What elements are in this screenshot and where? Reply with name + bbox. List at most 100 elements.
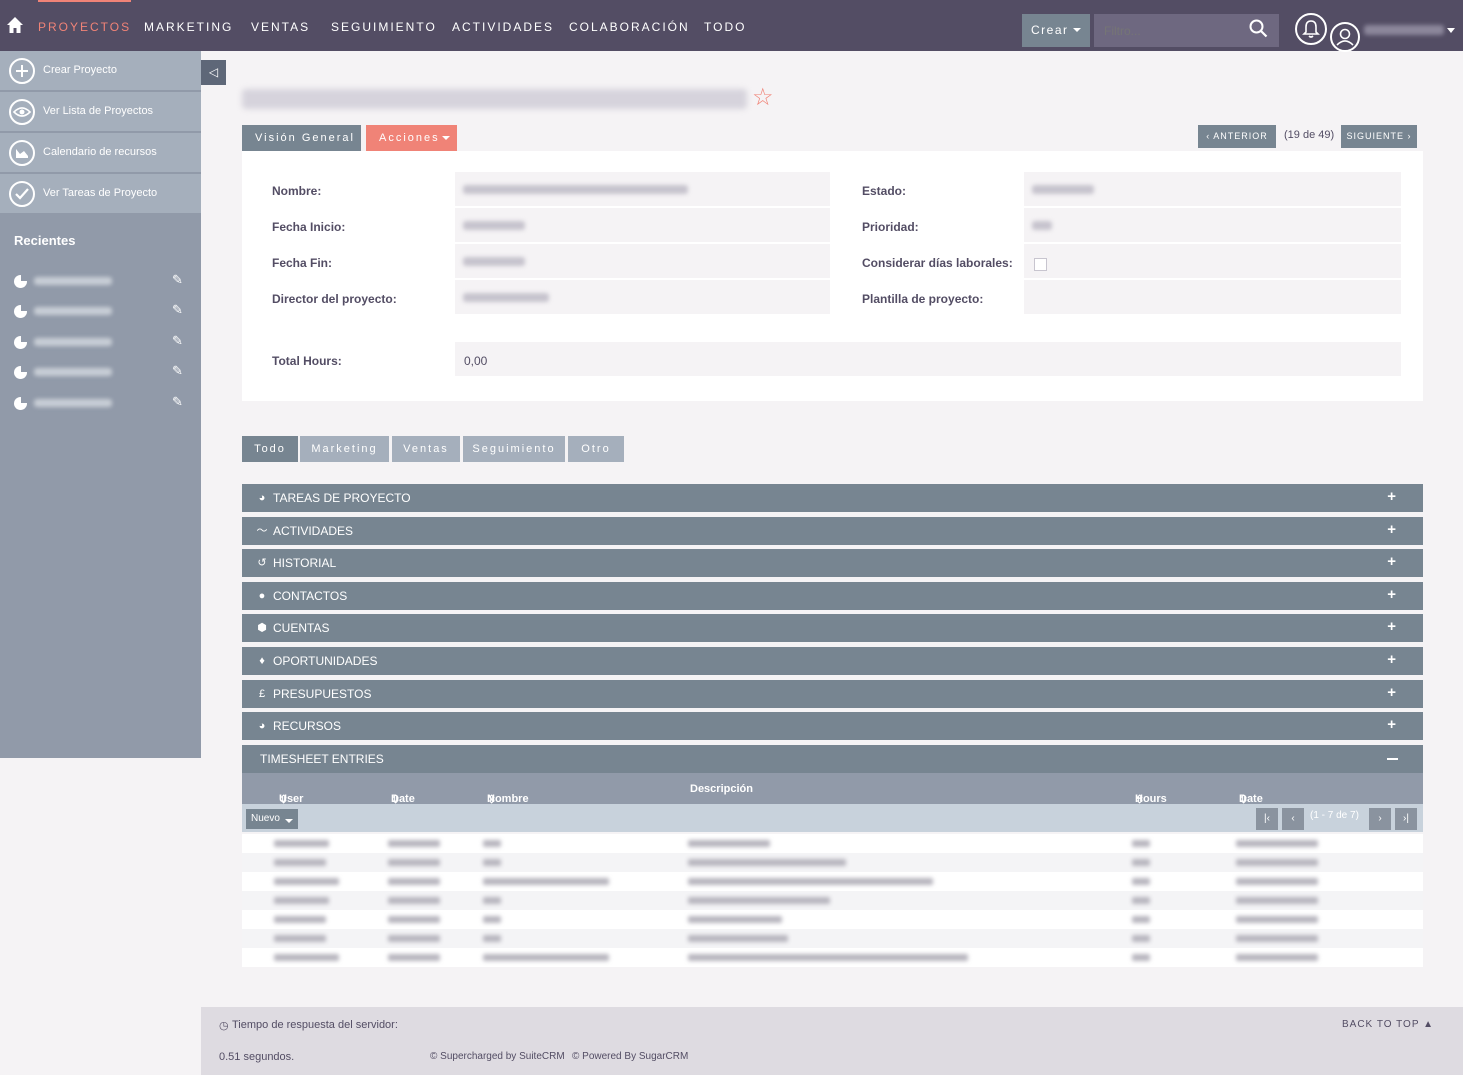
suitecrm-credit-link[interactable]: © Supercharged by SuiteCRM	[430, 1051, 565, 1062]
expand-plus-icon[interactable]: +	[1387, 716, 1396, 733]
director-label: Director del proyecto:	[272, 292, 397, 306]
table-row[interactable]	[242, 834, 1423, 853]
edit-pencil-icon[interactable]: ✎	[172, 302, 183, 318]
expand-plus-icon[interactable]: +	[1387, 488, 1396, 505]
subpanel-contacts[interactable]: ● CONTACTOS +	[242, 582, 1423, 610]
sidebar-action-create-project[interactable]: Crear Proyecto	[0, 51, 201, 91]
pie-icon: ◕	[258, 720, 266, 732]
previous-record-button[interactable]: ‹ ANTERIOR	[1198, 125, 1276, 148]
expand-plus-icon[interactable]: +	[1387, 651, 1396, 668]
history-icon: ↺	[257, 557, 267, 569]
recent-item-label-blurred[interactable]	[34, 368, 112, 376]
previous-page-button[interactable]: ‹	[1282, 808, 1304, 830]
edit-pencil-icon[interactable]: ✎	[172, 272, 183, 288]
new-entry-button[interactable]: Nuevo	[246, 809, 298, 829]
actions-dropdown[interactable]: Acciones	[366, 125, 457, 151]
sidebar-action-view-project-tasks[interactable]: Ver Tareas de Proyecto	[0, 174, 201, 214]
nav-tab-todo[interactable]: TODO	[704, 20, 746, 34]
nav-tab-ventas[interactable]: VENTAS	[251, 20, 310, 34]
pound-icon: £	[258, 688, 266, 700]
expand-plus-icon[interactable]: +	[1387, 586, 1396, 603]
user-avatar-icon[interactable]	[1330, 22, 1360, 52]
expand-plus-icon[interactable]: +	[1387, 618, 1396, 635]
total-hours-label: Total Hours:	[272, 354, 342, 368]
nav-tab-colaboracion[interactable]: COLABORACIÓN	[569, 20, 690, 34]
subpanel-history[interactable]: ↺ HISTORIAL +	[242, 549, 1423, 577]
table-row[interactable]	[242, 853, 1423, 872]
search-icon[interactable]	[1249, 19, 1268, 38]
response-time-value: 0.51 segundos.	[219, 1051, 295, 1063]
subpanel-tab-todo[interactable]: Todo	[242, 436, 298, 462]
nav-tab-actividades[interactable]: ACTIVIDADES	[452, 20, 554, 34]
subpanel-tab-marketing[interactable]: Marketing	[300, 436, 389, 462]
subpanel-resources[interactable]: ◕ RECURSOS +	[242, 712, 1423, 740]
recent-item[interactable]: ✎	[0, 391, 201, 415]
sidebar-collapse-button[interactable]: ◁	[201, 60, 226, 85]
subpanel-opportunities[interactable]: ♦ OPORTUNIDADES +	[242, 647, 1423, 675]
subpanel-timesheet-entries[interactable]: TIMESHEET ENTRIES	[242, 745, 1423, 773]
fecha-inicio-value-blurred	[463, 221, 525, 230]
first-page-button[interactable]: |‹	[1256, 808, 1278, 830]
edit-pencil-icon[interactable]: ✎	[172, 363, 183, 379]
subpanel-accounts[interactable]: ⬢ CUENTAS +	[242, 614, 1423, 642]
favorite-star-icon[interactable]: ☆	[752, 86, 774, 110]
tab-overview[interactable]: Visión General	[242, 125, 361, 151]
recent-item-label-blurred[interactable]	[34, 399, 112, 407]
subpanel-activities[interactable]: 〜 ACTIVIDADES +	[242, 517, 1423, 545]
recent-item-label-blurred[interactable]	[34, 277, 112, 285]
recent-item-label-blurred[interactable]	[34, 338, 112, 346]
expand-plus-icon[interactable]: +	[1387, 684, 1396, 701]
cell-user-blurred	[274, 878, 339, 885]
director-value-blurred[interactable]	[463, 293, 549, 302]
cell-descripcion-blurred	[688, 840, 770, 847]
top-navigation: PROYECTOS MARKETING VENTAS SEGUIMIENTO A…	[0, 0, 1463, 52]
recent-item[interactable]: ✎	[0, 269, 201, 293]
expand-plus-icon[interactable]: +	[1387, 553, 1396, 570]
table-row[interactable]	[242, 872, 1423, 891]
subpanel-tab-seguimiento[interactable]: Seguimiento	[463, 436, 565, 462]
next-label: SIGUIENTE	[1346, 131, 1404, 141]
edit-pencil-icon[interactable]: ✎	[172, 394, 183, 410]
detail-panel: Nombre: Fecha Inicio: Fecha Fin: Directo…	[242, 151, 1423, 401]
caret-down-icon	[1073, 28, 1081, 32]
sidebar-action-view-projects[interactable]: Ver Lista de Proyectos	[0, 92, 201, 132]
fecha-fin-value	[455, 244, 830, 278]
last-page-button[interactable]: ›|	[1395, 808, 1417, 830]
expand-plus-icon[interactable]: +	[1387, 521, 1396, 538]
table-row[interactable]	[242, 948, 1423, 967]
cell-date-modified-blurred	[1236, 916, 1318, 923]
home-icon[interactable]	[6, 16, 24, 34]
recent-item[interactable]: ✎	[0, 330, 201, 354]
cell-user-blurred	[274, 935, 326, 942]
edit-pencil-icon[interactable]: ✎	[172, 333, 183, 349]
next-page-button[interactable]: ›	[1369, 808, 1391, 830]
recent-item-label-blurred[interactable]	[34, 307, 112, 315]
back-to-top-link[interactable]: BACK TO TOP ▲	[1342, 1019, 1434, 1030]
cell-hours-blurred	[1132, 935, 1150, 942]
sidebar-action-resource-calendar[interactable]: Calendario de recursos	[0, 133, 201, 173]
create-button[interactable]: Crear	[1022, 14, 1090, 47]
subpanel-tab-ventas[interactable]: Ventas	[392, 436, 460, 462]
recent-item[interactable]: ✎	[0, 299, 201, 323]
cell-user-blurred	[274, 840, 329, 847]
username-blurred[interactable]	[1364, 25, 1444, 35]
nav-tab-marketing[interactable]: MARKETING	[144, 20, 233, 34]
next-record-button[interactable]: SIGUIENTE ›	[1341, 125, 1417, 148]
recent-item[interactable]: ✎	[0, 360, 201, 384]
user-menu-caret-icon[interactable]	[1447, 28, 1455, 33]
subpanel-project-tasks[interactable]: ◕ TAREAS DE PROYECTO +	[242, 484, 1423, 512]
subpanel-tab-otro[interactable]: Otro	[568, 436, 624, 462]
table-row[interactable]	[242, 891, 1423, 910]
notifications-bell-icon[interactable]	[1295, 13, 1327, 45]
cell-date-blurred	[388, 954, 440, 961]
dias-laborales-value	[1024, 244, 1401, 278]
pagination-info: (1 - 7 de 7)	[1310, 810, 1359, 821]
collapse-minus-icon[interactable]	[1387, 758, 1398, 760]
dias-laborales-checkbox	[1034, 258, 1047, 271]
nav-tab-seguimiento[interactable]: SEGUIMIENTO	[331, 20, 437, 34]
table-row[interactable]	[242, 910, 1423, 929]
sugarcrm-credit-link[interactable]: © Powered By SugarCRM	[572, 1051, 688, 1062]
nav-tab-proyectos[interactable]: PROYECTOS	[38, 0, 132, 34]
table-row[interactable]	[242, 929, 1423, 948]
subpanel-quotes[interactable]: £ PRESUPUESTOS +	[242, 680, 1423, 708]
